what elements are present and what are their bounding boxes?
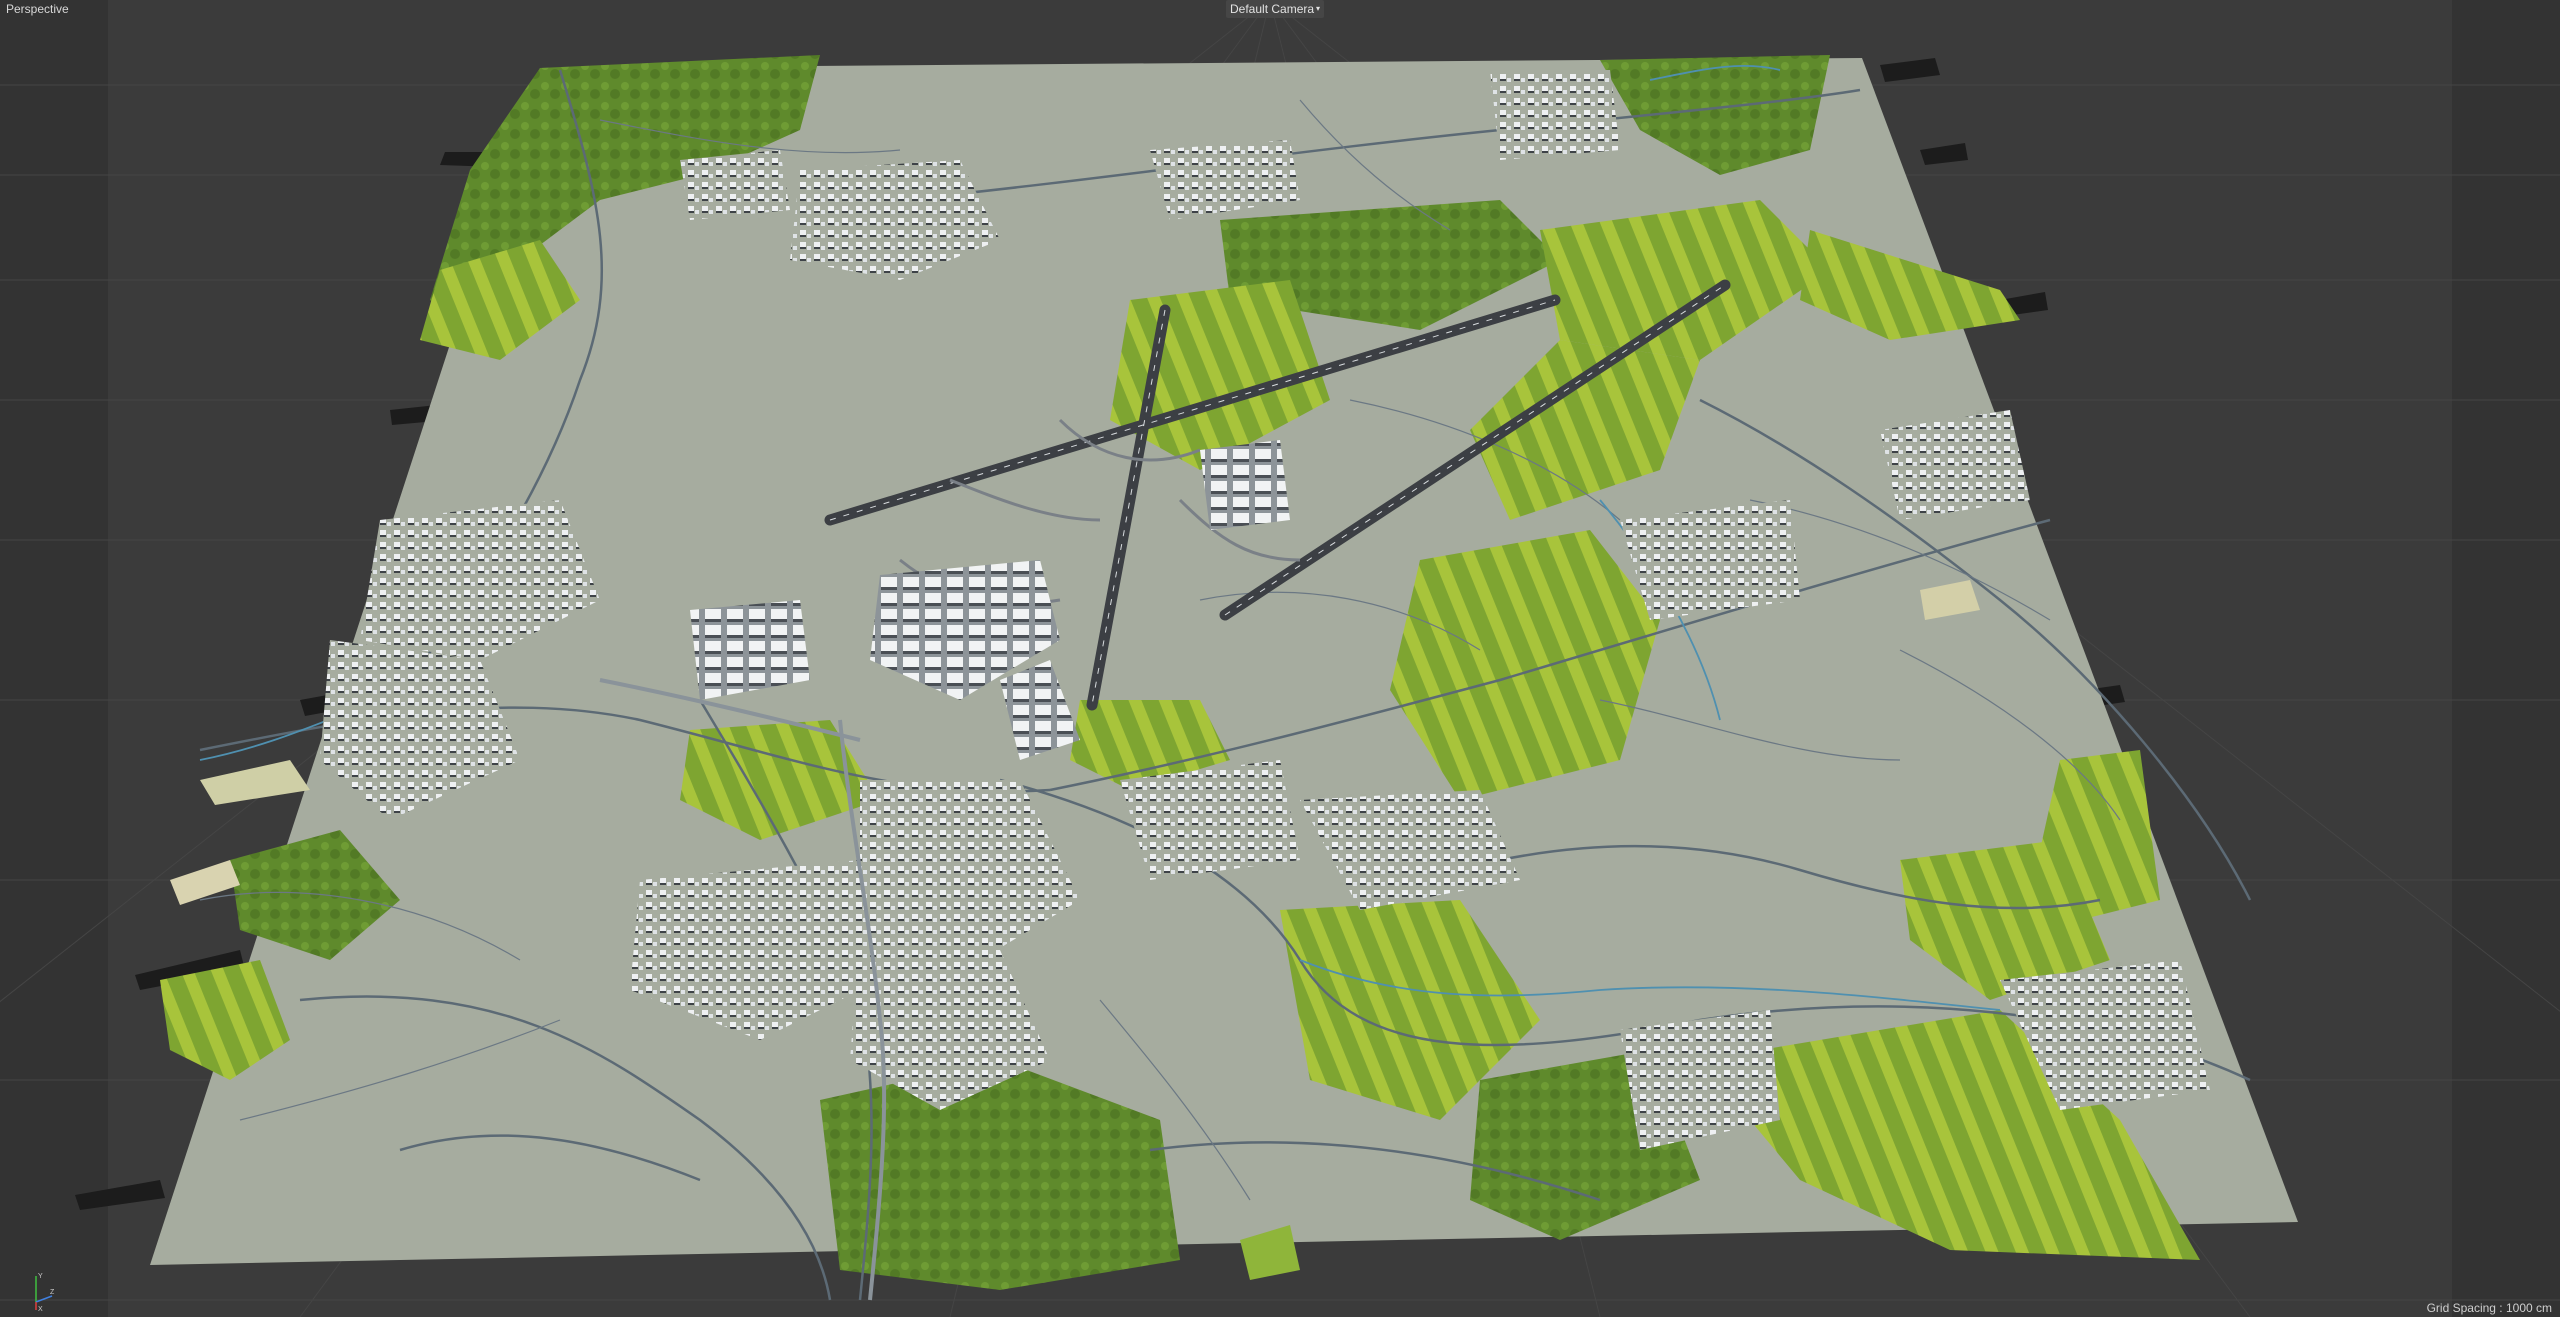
axis-gizmo-icon: Y Z X: [35, 1273, 55, 1312]
3d-viewport[interactable]: Perspective Default Camera ▾ Y Z X Grid S…: [0, 0, 2560, 1317]
axis-x-label: X: [38, 1306, 43, 1312]
camera-menu-button[interactable]: Default Camera ▾: [1226, 0, 1325, 18]
grid-spacing-label: Grid Spacing : 1000 cm: [2426, 1301, 2552, 1315]
camera-dropdown-icon[interactable]: ▾: [1316, 4, 1320, 13]
camera-name-label: Default Camera: [1230, 2, 1315, 16]
axis-z-label: Z: [50, 1289, 55, 1296]
axis-y-label: Y: [38, 1273, 43, 1280]
city-model-scene[interactable]: [0, 0, 2560, 1317]
view-name-label: Perspective: [6, 2, 69, 16]
